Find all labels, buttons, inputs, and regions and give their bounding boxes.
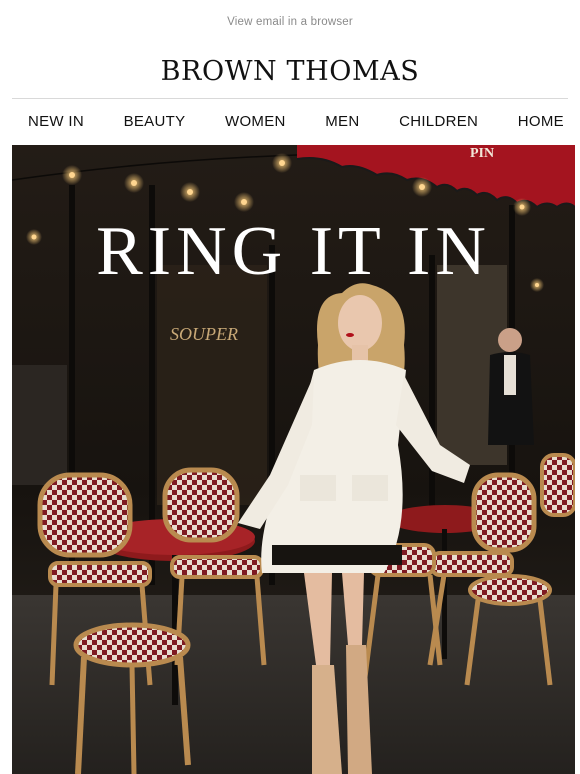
preheader: View email in a browser xyxy=(0,0,580,44)
window-sign: SOUPER xyxy=(170,324,238,344)
brand-logo: BROWN THOMAS xyxy=(160,55,420,87)
nav-item-beauty[interactable]: BEAUTY xyxy=(124,113,186,130)
hero-title: RING IT IN xyxy=(96,213,491,290)
nav-item-men[interactable]: MEN xyxy=(325,113,359,130)
nav-item-children[interactable]: CHILDREN xyxy=(399,113,478,130)
nav-item-women[interactable]: WOMEN xyxy=(225,113,286,130)
awning-text: PIN xyxy=(470,146,494,161)
hero-banner-link[interactable]: PIN SOUPER RING IT IN xyxy=(12,145,575,774)
main-navigation: NEW IN BEAUTY WOMEN MEN CHILDREN HOME xyxy=(12,99,568,144)
logo-link[interactable]: BROWN THOMAS xyxy=(161,56,420,87)
view-in-browser-link[interactable]: View email in a browser xyxy=(227,16,353,28)
nav-item-home[interactable]: HOME xyxy=(518,113,564,130)
nav-item-new-in[interactable]: NEW IN xyxy=(28,113,84,130)
brand-header: BROWN THOMAS xyxy=(0,44,580,98)
